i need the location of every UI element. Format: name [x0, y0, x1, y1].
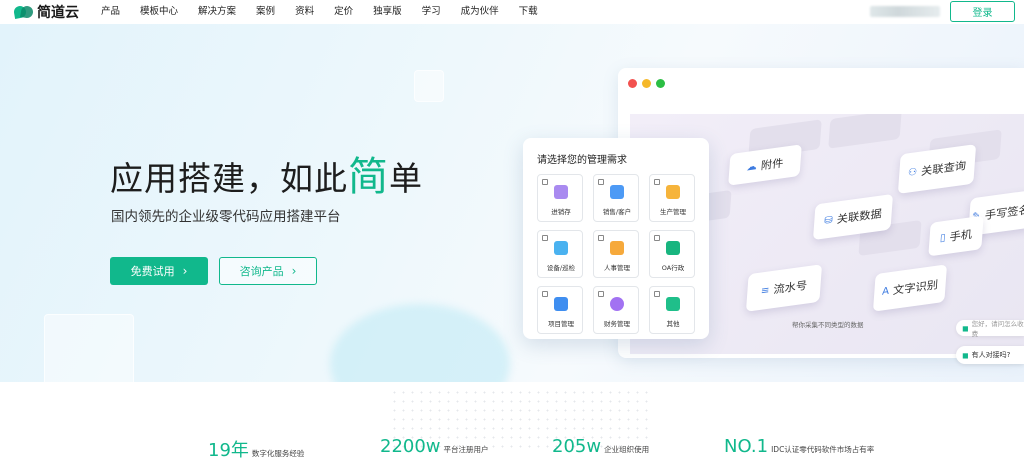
cart-icon: [554, 185, 568, 199]
login-button[interactable]: 登录: [950, 1, 1015, 22]
list-icon: ≡: [760, 284, 770, 297]
stat-orgs: 205w 企业组织使用: [552, 436, 650, 457]
briefcase-icon: [554, 297, 568, 311]
tile-attachment: ☁ 附件: [728, 144, 802, 186]
tile-serial-number: ≡ 流水号: [745, 264, 823, 312]
checkbox: [542, 235, 548, 241]
hero-title: 应用搭建，如此简单: [110, 154, 423, 200]
chat-hint-bubble[interactable]: ◼ 您好，请问怎么收费: [956, 320, 1024, 338]
stats-row: 19年 数字化服务经验 2200w 平台注册用户 205w 企业组织使用 NO.1 ID…: [0, 436, 1024, 466]
menu-item-resources[interactable]: 资料: [295, 0, 314, 24]
decor-cube: [44, 314, 134, 382]
menu-item-product[interactable]: 产品: [101, 0, 120, 24]
checkbox: [598, 235, 604, 241]
gear-icon: [666, 185, 680, 199]
chat-icon: ◼: [962, 350, 969, 360]
menu-item-cases[interactable]: 案例: [256, 0, 275, 24]
grid-icon: [666, 297, 680, 311]
option-oa[interactable]: OA行政: [649, 230, 695, 278]
tile-related-query: ⚇ 关联查询: [897, 144, 977, 194]
brand-name: 简道云: [37, 5, 79, 21]
option-other[interactable]: 其他: [649, 286, 695, 334]
brand-logo[interactable]: 简道云: [13, 2, 79, 22]
checkbox: [598, 291, 604, 297]
option-hr[interactable]: 人事管理: [593, 230, 639, 278]
illustration-caption: 帮你采集不同类型的数据: [792, 321, 864, 329]
chat-icon: ◼: [962, 323, 969, 333]
option-equipment[interactable]: 设备/巡检: [537, 230, 583, 278]
chat-icon: [610, 185, 624, 199]
user-account-blurred[interactable]: [870, 6, 940, 17]
human-support-bubble[interactable]: ◼ 有人对接吗?: [956, 346, 1024, 364]
free-trial-button[interactable]: 免费试用 ›: [110, 257, 208, 285]
option-sales[interactable]: 销售/客户: [593, 174, 639, 222]
id-card-icon: [666, 241, 680, 255]
text-icon: A: [881, 285, 890, 298]
logo-icon: [13, 4, 34, 20]
checkbox: [654, 179, 660, 185]
menu-item-download[interactable]: 下载: [519, 0, 538, 24]
hero-section: ☁附件 ⚇关联查询 ⛁关联数据 ✎手写签名 ▯手机 ≡流水号 A文字识别 帮你采…: [0, 24, 1024, 382]
search-icon: [554, 241, 568, 255]
menu-item-partner[interactable]: 成为伙伴: [461, 0, 499, 24]
top-nav: 简道云 产品 模板中心 解决方案 案例 资料 定价 独享版 学习 成为伙伴 下载…: [0, 0, 1024, 24]
tile-ocr: A 文字识别: [872, 264, 948, 312]
needs-selector-card: 请选择您的管理需求 进销存 销售/客户 生产管理 设备/巡检 人事管理 OA行政…: [523, 138, 709, 339]
consult-product-button[interactable]: 咨询产品 ›: [219, 257, 317, 285]
link-icon: ⚇: [907, 166, 918, 179]
coin-icon: [610, 297, 624, 311]
checkbox: [654, 291, 660, 297]
hero-subtitle: 国内领先的企业级零代码应用搭建平台: [111, 209, 341, 225]
option-finance[interactable]: 财务管理: [593, 286, 639, 334]
folder-icon: [610, 241, 624, 255]
card-title: 请选择您的管理需求: [537, 155, 627, 166]
option-project[interactable]: 项目管理: [537, 286, 583, 334]
menu-item-learn[interactable]: 学习: [422, 0, 441, 24]
chevron-right-icon: ›: [291, 264, 297, 278]
data-icon: ⛁: [823, 214, 834, 227]
checkbox: [598, 179, 604, 185]
menu-item-templates[interactable]: 模板中心: [140, 0, 178, 24]
stat-years: 19年 数字化服务经验: [208, 440, 305, 461]
window-maximize-dot: [656, 79, 665, 88]
main-menu: 产品 模板中心 解决方案 案例 资料 定价 独享版 学习 成为伙伴 下载: [101, 0, 558, 24]
checkbox: [542, 291, 548, 297]
window-minimize-dot: [642, 79, 651, 88]
stat-market-share: NO.1 IDC认证零代码软件市场占有率: [724, 436, 875, 457]
checkbox: [542, 179, 548, 185]
cloud-icon: ☁: [746, 160, 758, 173]
checkbox: [654, 235, 660, 241]
decor-cube: [414, 70, 444, 102]
menu-item-private-edition[interactable]: 独享版: [373, 0, 402, 24]
window-close-dot: [628, 79, 637, 88]
menu-item-solutions[interactable]: 解决方案: [198, 0, 236, 24]
stat-users: 2200w 平台注册用户: [380, 436, 489, 457]
option-inventory[interactable]: 进销存: [537, 174, 583, 222]
option-production[interactable]: 生产管理: [649, 174, 695, 222]
tile-mobile: ▯ 手机: [928, 215, 984, 257]
menu-item-pricing[interactable]: 定价: [334, 0, 353, 24]
chevron-right-icon: ›: [182, 264, 188, 278]
decor-blob: [330, 304, 510, 382]
phone-icon: ▯: [939, 231, 946, 244]
